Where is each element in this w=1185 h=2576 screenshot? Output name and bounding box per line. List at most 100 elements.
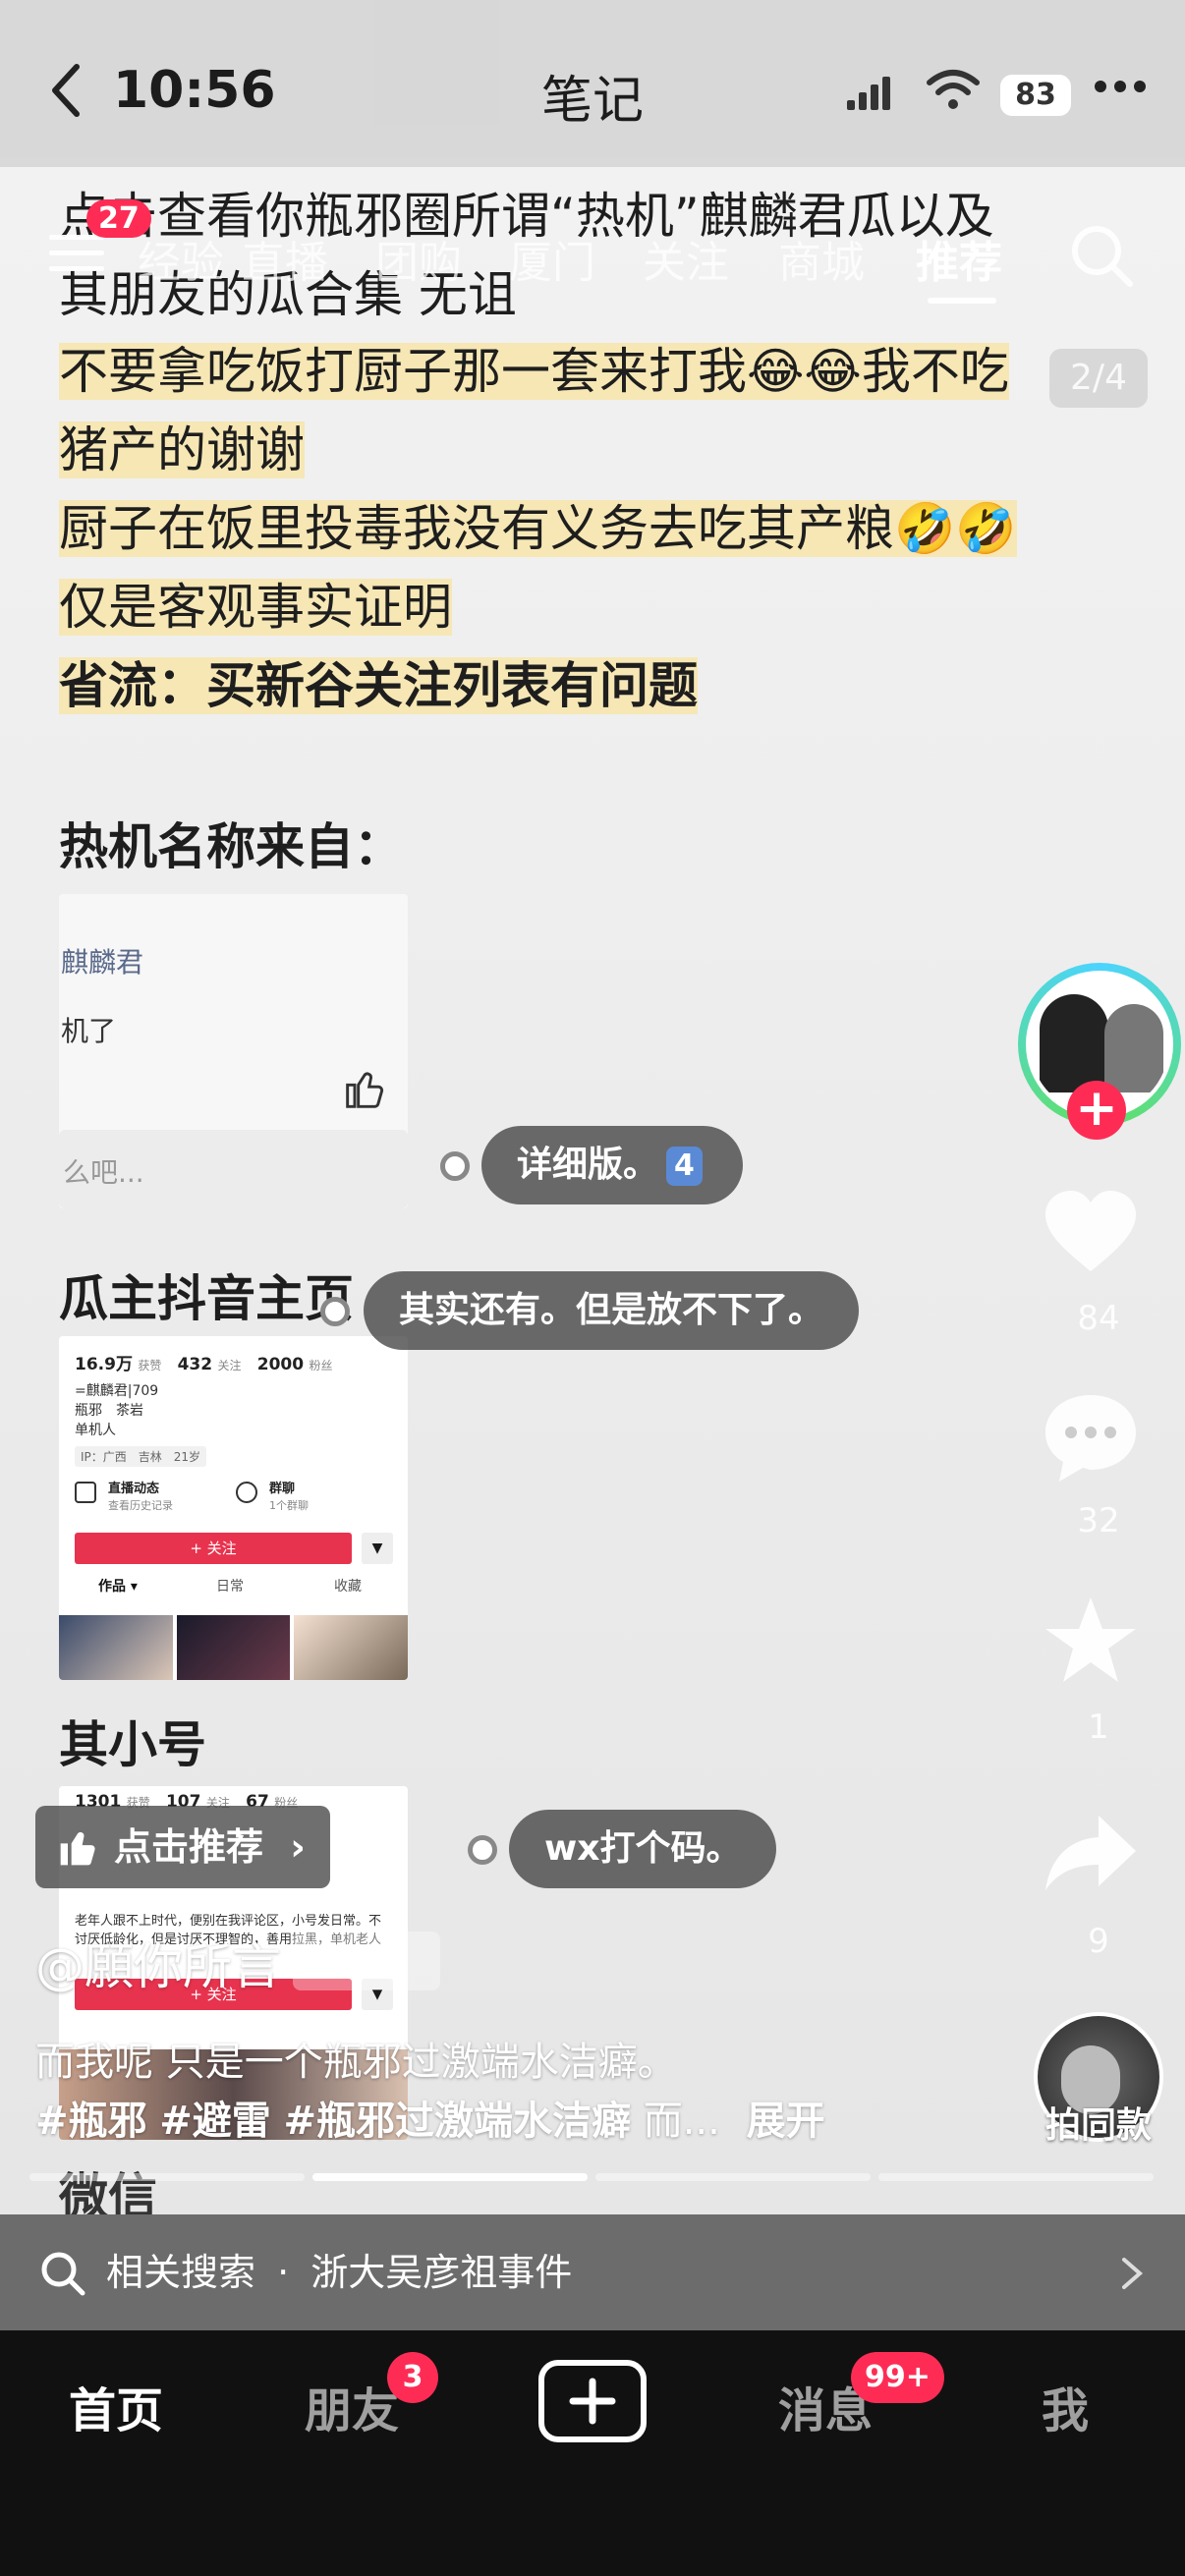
- video-description: 而我呢 只是一个瓶邪过激端水洁癖。: [35, 2040, 677, 2085]
- tab-live[interactable]: 直播: [242, 227, 328, 290]
- profile-live-sub: 查看历史记录: [108, 1499, 173, 1512]
- profile-tab-daily: 日常: [216, 1579, 244, 1595]
- note-line2: 猪产的谢谢: [59, 421, 305, 478]
- favorite-count: 1: [1088, 1708, 1109, 1747]
- thumbnail: [176, 1615, 291, 1680]
- video-page: 点击查看你瓶邪圈所谓“热机”麒麟君瓜以及 其朋友的瓜合集 无诅 不要拿吃饭打厨子…: [0, 0, 1185, 2576]
- author-name[interactable]: @願你所言: [35, 1928, 281, 1998]
- progress-segment: [29, 2173, 305, 2181]
- share-icon[interactable]: [1042, 1812, 1140, 1894]
- status-bar: 10:56 笔记 83: [0, 0, 1185, 167]
- friends-badge: 3: [387, 2352, 438, 2403]
- profile-following-label: 关注: [217, 1359, 242, 1372]
- tab-following[interactable]: 关注: [643, 227, 729, 290]
- nav-home[interactable]: 首页: [69, 2372, 163, 2440]
- hashtag[interactable]: #避雷: [159, 2099, 271, 2144]
- profile-likes: 16.9万: [75, 1355, 133, 1374]
- related-search-prefix: 相关搜索: [106, 2251, 256, 2294]
- like-count: 84: [1077, 1299, 1120, 1338]
- thumb-up-icon: [346, 1072, 384, 1108]
- recommend-label: 点击推荐: [114, 1825, 264, 1869]
- progress-segment: [595, 2173, 871, 2181]
- menu-icon[interactable]: [49, 231, 104, 276]
- note-line1: 不要拿吃饭打厨子那一套来打我😂😂我不吃: [59, 343, 1009, 400]
- favorite-star-icon[interactable]: [1042, 1594, 1140, 1688]
- note-line4: 仅是客观事实证明: [59, 579, 452, 636]
- profile-group-sub: 1个群聊: [269, 1499, 309, 1512]
- profile-bio: =麒麟君|709 瓶邪 茶岩 单机人: [75, 1381, 158, 1440]
- note-heading-alt: 其小号: [59, 1716, 206, 1773]
- note-line5: 省流：买新谷关注列表有问题: [59, 657, 698, 714]
- note-heading-hotmachine: 热机名称来自：: [59, 818, 403, 875]
- profile-stats: 16.9万 获赞 432 关注 2000 粉丝: [75, 1350, 332, 1374]
- shot1-name: 麒麟君: [61, 946, 144, 979]
- tab-experience[interactable]: 经验: [138, 227, 224, 290]
- comment-icon[interactable]: [1042, 1391, 1140, 1485]
- cellular-signal-icon: [847, 77, 890, 110]
- danmaku-text: 详细版。: [517, 1145, 659, 1185]
- danmaku-dot: [440, 1151, 470, 1181]
- tab-mall[interactable]: 商城: [778, 227, 865, 290]
- top-tab-bar: 27 经验 直播 团购 厦门 关注 商城 推荐: [0, 199, 1185, 304]
- image-page-counter: 2/4: [1049, 349, 1148, 408]
- profile-follow-button: + 关注: [75, 1533, 352, 1564]
- tab-xiamen[interactable]: 厦门: [509, 227, 595, 290]
- nav-me[interactable]: 我: [1042, 2372, 1089, 2440]
- profile-screenshot: 16.9万 获赞 432 关注 2000 粉丝 =麒麟君|709 瓶邪 茶岩 单…: [59, 1336, 408, 1680]
- profile-fans-label: 粉丝: [309, 1359, 333, 1372]
- battery-indicator: 83: [1000, 75, 1071, 116]
- comment-count: 32: [1077, 1501, 1120, 1540]
- chevron-right-icon: [1122, 2258, 1144, 2289]
- expand-link[interactable]: 展开: [747, 2099, 825, 2144]
- profile-live-label: 直播动态: [108, 1482, 160, 1496]
- profile-fans: 2000: [256, 1355, 305, 1374]
- wifi-icon: [927, 70, 980, 109]
- author-badge: [293, 1932, 440, 1990]
- danmaku-dot: [468, 1835, 497, 1865]
- profile-bio-text: 单机人: [75, 1423, 116, 1438]
- danmaku-bubble[interactable]: 详细版。 4: [481, 1126, 743, 1204]
- video-tags: #瓶邪 #避雷 #瓶邪过激端水洁癖 而... 展开: [35, 2089, 998, 2146]
- more-options-icon[interactable]: [1093, 77, 1148, 96]
- messages-badge: 99+: [851, 2352, 944, 2403]
- profile-group-label: 群聊: [269, 1482, 296, 1496]
- profile-group: 群聊 1个群聊: [236, 1476, 383, 1519]
- comment-screenshot: 麒麟君 机了 么吧...: [59, 894, 408, 1208]
- profile-likes-label: 获赞: [138, 1359, 162, 1372]
- live-icon: [75, 1482, 96, 1503]
- hashtag[interactable]: #瓶邪过激端水洁癖: [283, 2099, 631, 2144]
- progress-segment: [878, 2173, 1154, 2181]
- shot1-text: 机了: [61, 1015, 117, 1047]
- profile-live: 直播动态 查看历史记录: [75, 1476, 222, 1519]
- shot1-input: 么吧...: [59, 1130, 408, 1208]
- related-search-bar[interactable]: 相关搜索 · 浙大吴彦祖事件: [0, 2214, 1185, 2330]
- related-search-query: 浙大吴彦祖事件: [310, 2251, 573, 2294]
- description-ellipsis: 而...: [643, 2099, 720, 2144]
- create-button[interactable]: [538, 2360, 647, 2442]
- same-style-label[interactable]: 拍同款: [1012, 2097, 1185, 2148]
- heart-icon[interactable]: [1042, 1189, 1140, 1277]
- danmaku-number: 4: [666, 1147, 703, 1186]
- profile-tab-works: 作品 ▾: [98, 1579, 138, 1595]
- tab-active-indicator: [928, 298, 996, 304]
- danmaku-dot: [320, 1297, 350, 1326]
- related-search-dot: ·: [277, 2251, 290, 2294]
- recommend-button[interactable]: 点击推荐 ›: [35, 1806, 330, 1888]
- danmaku-bubble[interactable]: 其实还有。但是放不下了。: [364, 1271, 860, 1350]
- nav-friends[interactable]: 朋友: [305, 2372, 399, 2440]
- plus-icon: [569, 2378, 616, 2425]
- progress-segment-active: [312, 2173, 588, 2181]
- danmaku-bubble[interactable]: wx打个码。: [509, 1810, 777, 1888]
- thumbnail: [59, 1615, 173, 1680]
- profile-ip: IP：广西 吉林 21岁: [75, 1446, 207, 1467]
- hashtag[interactable]: #瓶邪: [35, 2099, 147, 2144]
- profile-handle: =麒麟君|709: [75, 1383, 159, 1399]
- group-chat-icon: [236, 1482, 257, 1503]
- note-body: 不要拿吃饭打厨子那一套来打我😂😂我不吃 猪产的谢谢 厨子在饭里投毒我没有义务去吃…: [59, 332, 1100, 725]
- tab-recommend[interactable]: 推荐: [916, 227, 1002, 290]
- search-icon: [41, 2252, 85, 2296]
- thumb-up-icon: [60, 1831, 95, 1866]
- follow-plus-button[interactable]: +: [1067, 1081, 1126, 1140]
- search-icon[interactable]: [1067, 221, 1136, 290]
- tab-group-buy[interactable]: 团购: [375, 227, 462, 290]
